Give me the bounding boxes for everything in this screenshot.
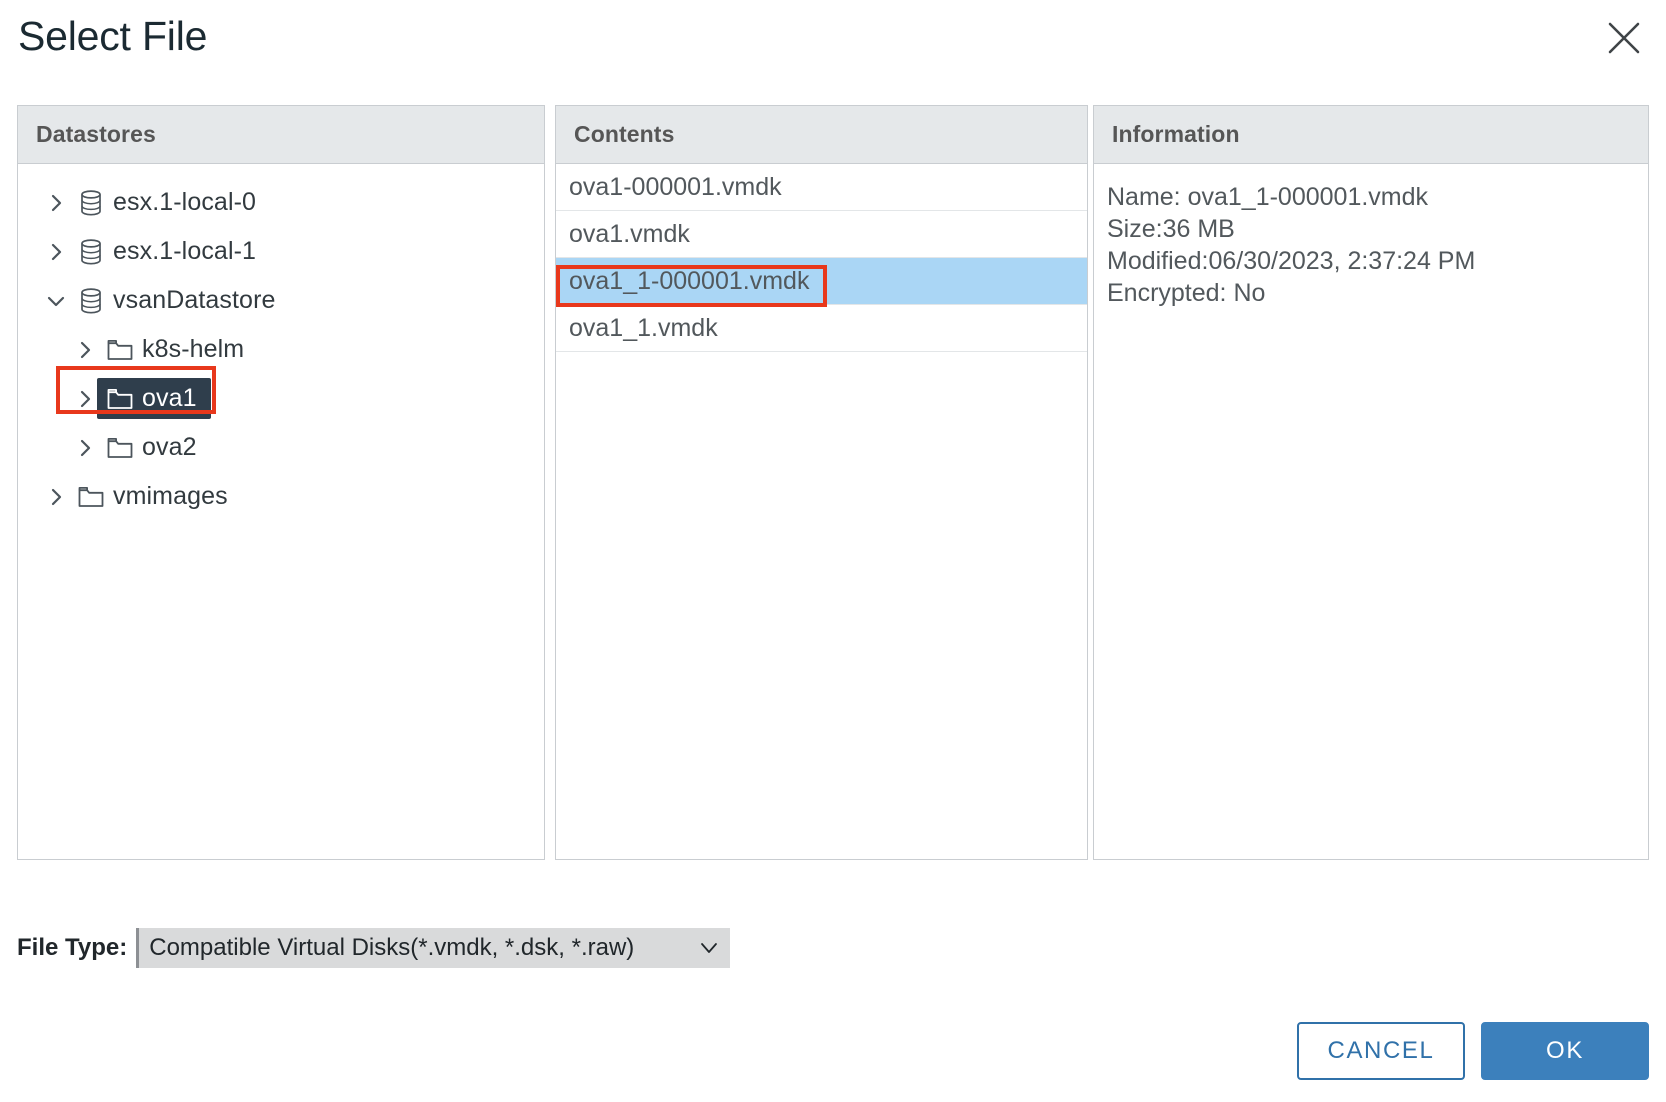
file-type-select[interactable]: Compatible Virtual Disks(*.vmdk, *.dsk, … [136,928,731,968]
tree-item-label: esx.1-local-0 [113,188,257,216]
list-item[interactable]: ova1_1.vmdk [556,305,1087,352]
info-modified: Modified:06/30/2023, 2:37:24 PM [1107,247,1476,275]
select-file-dialog: Select File Datastores esx.1-local-0 esx… [0,0,1666,1102]
tree-item-label: vsanDatastore [113,286,276,314]
close-icon[interactable] [1600,14,1648,62]
list-item[interactable]: ova1_1-000001.vmdk [556,258,1087,305]
tree-item-esx-1-local-0[interactable]: esx.1-local-0 [18,178,544,227]
contents-header-label: Contents [574,121,675,147]
information-details: Name: ova1_1-000001.vmdk Size:36 MB Modi… [1094,164,1648,309]
chevron-right-icon[interactable] [73,338,97,362]
tree-item-esx-1-local-1[interactable]: esx.1-local-1 [18,227,544,276]
information-panel-header: Information [1094,106,1648,164]
tree-item-label: ova2 [142,433,197,461]
chevron-down-icon[interactable] [686,942,718,954]
chevron-right-icon[interactable] [44,240,68,264]
datastore-tree: esx.1-local-0 esx.1-local-1 vsanDatastor… [18,164,544,521]
dialog-header: Select File [0,0,1666,95]
datastores-panel-body[interactable]: esx.1-local-0 esx.1-local-1 vsanDatastor… [18,164,544,859]
list-item[interactable]: ova1-000001.vmdk [556,164,1087,211]
info-size: Size:36 MB [1107,215,1235,243]
tree-item-label: k8s-helm [142,335,245,363]
folder-icon [105,433,135,463]
tree-item-ova1[interactable]: ova1 [18,374,544,423]
datastore-icon [76,237,106,267]
tree-item-label: esx.1-local-1 [113,237,257,265]
tree-item-label: vmimages [113,482,228,510]
file-type-row: File Type: Compatible Virtual Disks(*.vm… [17,928,731,968]
datastore-icon [76,188,106,218]
chevron-right-icon[interactable] [44,485,68,509]
chevron-right-icon[interactable] [73,436,97,460]
folder-icon [76,482,106,512]
chevron-down-icon[interactable] [44,289,68,313]
contents-file-list: ova1-000001.vmdk ova1.vmdk ova1_1-000001… [556,164,1087,352]
folder-icon [105,384,135,414]
tree-item-label: ova1 [142,384,197,412]
chevron-right-icon[interactable] [73,387,97,411]
chevron-right-icon[interactable] [44,191,68,215]
dialog-footer: CANCEL OK [1297,1022,1649,1080]
datastores-panel: Datastores esx.1-local-0 esx.1-local-1 v… [17,105,545,860]
information-panel: Information Name: ova1_1-000001.vmdk Siz… [1093,105,1649,860]
page-title: Select File [18,13,208,59]
contents-panel-header: Contents [556,106,1087,164]
folder-icon [105,335,135,365]
tree-item-ova2[interactable]: ova2 [18,423,544,472]
file-type-label: File Type: [17,934,128,961]
contents-panel: Contents ova1-000001.vmdk ova1.vmdk ova1… [555,105,1088,860]
datastores-panel-header: Datastores [18,106,544,164]
tree-item-vmimages[interactable]: vmimages [18,472,544,521]
cancel-button[interactable]: CANCEL [1297,1022,1465,1080]
info-name: Name: ova1_1-000001.vmdk [1107,183,1429,211]
file-type-value: Compatible Virtual Disks(*.vmdk, *.dsk, … [149,934,635,961]
tree-item-vsandatastore[interactable]: vsanDatastore [18,276,544,325]
contents-panel-body[interactable]: ova1-000001.vmdk ova1.vmdk ova1_1-000001… [556,164,1087,859]
ok-button[interactable]: OK [1481,1022,1649,1080]
panels-region: Datastores esx.1-local-0 esx.1-local-1 v… [17,105,1649,860]
datastore-icon [76,286,106,316]
list-item[interactable]: ova1.vmdk [556,211,1087,258]
info-encrypted: Encrypted: No [1107,279,1266,307]
information-panel-body: Name: ova1_1-000001.vmdk Size:36 MB Modi… [1094,164,1648,859]
information-header-label: Information [1112,121,1240,147]
datastores-header-label: Datastores [36,121,156,147]
tree-item-k8s-helm[interactable]: k8s-helm [18,325,544,374]
